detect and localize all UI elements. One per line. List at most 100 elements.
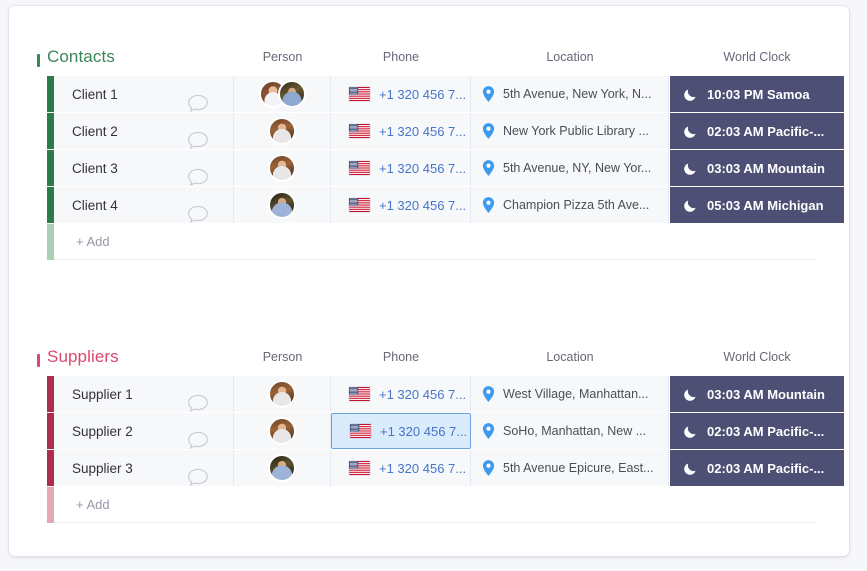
cell-location[interactable]: West Village, Manhattan... xyxy=(471,376,669,412)
table-row[interactable]: Client 2 +1 320 456 7... New York Public L… xyxy=(9,113,849,149)
cell-name[interactable]: Client 2 xyxy=(54,113,234,149)
avatar-stack[interactable] xyxy=(268,417,296,445)
avatar[interactable] xyxy=(268,154,296,182)
speech-bubble-icon[interactable] xyxy=(187,394,209,413)
group-title-contacts[interactable]: Contacts xyxy=(47,47,115,67)
table-row[interactable]: Client 4 +1 320 456 7... Champion Pizza 5t… xyxy=(9,187,849,223)
cell-location[interactable]: SoHo, Manhattan, New ... xyxy=(471,413,669,449)
table-row[interactable]: Client 1 +1 320 456 7... 5th Avenue, New Y… xyxy=(9,76,849,112)
cell-location[interactable]: Champion Pizza 5th Ave... xyxy=(471,187,669,223)
avatar[interactable] xyxy=(268,380,296,408)
phone-number: +1 320 456 7... xyxy=(380,423,468,439)
speech-bubble-icon[interactable] xyxy=(187,431,209,450)
cell-phone[interactable]: +1 320 456 7... xyxy=(331,413,471,449)
cell-world-clock[interactable]: 02:03 AM Pacific-... xyxy=(670,113,844,149)
cell-name[interactable]: Supplier 2 xyxy=(54,413,234,449)
cell-location[interactable]: 5th Avenue, New York, N... xyxy=(471,76,669,112)
cell-phone[interactable]: +1 320 456 7... xyxy=(331,187,471,223)
speech-bubble-icon[interactable] xyxy=(187,205,209,224)
cell-phone[interactable]: +1 320 456 7... xyxy=(331,450,471,486)
avatar[interactable] xyxy=(268,454,296,482)
cell-phone[interactable]: +1 320 456 7... xyxy=(331,150,471,186)
column-headers-contacts: Person Phone Location World Clock xyxy=(9,48,849,76)
cell-phone[interactable]: +1 320 456 7... xyxy=(331,76,471,112)
add-item-button[interactable]: + Add xyxy=(54,224,816,260)
phone-number: +1 320 456 7... xyxy=(379,86,467,102)
table-row[interactable]: Supplier 1 +1 320 456 7... West Village, M… xyxy=(9,376,849,412)
group-collapse-toggle-suppliers[interactable] xyxy=(37,354,40,367)
us-flag-icon xyxy=(349,87,370,101)
speech-bubble-icon[interactable] xyxy=(187,468,209,487)
cell-name[interactable]: Supplier 3 xyxy=(54,450,234,486)
world-clock-text: 02:03 AM Pacific-... xyxy=(707,123,825,139)
avatar-stack[interactable] xyxy=(268,117,296,145)
cell-world-clock[interactable]: 05:03 AM Michigan xyxy=(670,187,844,223)
location-text: West Village, Manhattan... xyxy=(503,387,649,401)
add-row[interactable]: + Add xyxy=(9,224,849,260)
cell-person[interactable] xyxy=(234,450,331,486)
phone-number: +1 320 456 7... xyxy=(379,160,467,176)
avatar-stack[interactable] xyxy=(268,191,296,219)
column-header-person: Person xyxy=(262,350,303,364)
cell-world-clock[interactable]: 03:03 AM Mountain xyxy=(670,376,844,412)
row-color-bar xyxy=(47,487,54,523)
map-pin-icon xyxy=(482,460,495,476)
cell-person[interactable] xyxy=(234,113,331,149)
cell-person[interactable] xyxy=(234,187,331,223)
us-flag-icon xyxy=(350,424,371,438)
table-row[interactable]: Client 3 +1 320 456 7... 5th Avenue, NY, N… xyxy=(9,150,849,186)
group-contacts: Contacts Person Phone Location World Clo… xyxy=(9,47,849,260)
add-row[interactable]: + Add xyxy=(9,487,849,523)
speech-bubble-icon[interactable] xyxy=(187,168,209,187)
table-row[interactable]: Supplier 3 +1 320 456 7... 5th Avenue Epic… xyxy=(9,450,849,486)
world-clock-text: 03:03 AM Mountain xyxy=(707,160,825,176)
cell-person[interactable] xyxy=(234,76,331,112)
cell-world-clock[interactable]: 03:03 AM Mountain xyxy=(670,150,844,186)
cell-phone[interactable]: +1 320 456 7... xyxy=(331,376,471,412)
cell-name[interactable]: Supplier 1 xyxy=(54,376,234,412)
map-pin-icon xyxy=(482,86,495,102)
column-header-clock: World Clock xyxy=(723,50,791,64)
avatar-stack[interactable] xyxy=(268,454,296,482)
cell-location[interactable]: New York Public Library ... xyxy=(471,113,669,149)
cell-name[interactable]: Client 4 xyxy=(54,187,234,223)
avatar-stack[interactable] xyxy=(268,380,296,408)
moon-icon xyxy=(684,125,696,138)
avatar[interactable] xyxy=(268,117,296,145)
us-flag-icon xyxy=(349,161,370,175)
cell-name[interactable]: Client 3 xyxy=(54,150,234,186)
row-title: Client 1 xyxy=(72,86,118,102)
cell-world-clock[interactable]: 10:03 PM Samoa xyxy=(670,76,844,112)
cell-person[interactable] xyxy=(234,376,331,412)
cell-person[interactable] xyxy=(234,413,331,449)
cell-person[interactable] xyxy=(234,150,331,186)
moon-icon xyxy=(684,388,696,401)
cell-location[interactable]: 5th Avenue, NY, New Yor... xyxy=(471,150,669,186)
avatar[interactable] xyxy=(268,191,296,219)
cell-location[interactable]: 5th Avenue Epicure, East... xyxy=(471,450,669,486)
avatar[interactable] xyxy=(268,417,296,445)
world-clock-text: 05:03 AM Michigan xyxy=(707,197,824,213)
add-item-button[interactable]: + Add xyxy=(54,487,816,523)
speech-bubble-icon[interactable] xyxy=(187,131,209,150)
column-header-phone: Phone xyxy=(382,350,420,364)
world-clock-text: 03:03 AM Mountain xyxy=(707,386,825,402)
cell-world-clock[interactable]: 02:03 AM Pacific-... xyxy=(670,450,844,486)
row-color-bar xyxy=(47,113,54,149)
avatar-stack[interactable] xyxy=(268,154,296,182)
world-clock-text: 10:03 PM Samoa xyxy=(707,86,810,102)
table-row[interactable]: Supplier 2 +1 320 456 7... SoHo, Manhattan… xyxy=(9,413,849,449)
group-collapse-toggle-contacts[interactable] xyxy=(37,54,40,67)
column-header-clock: World Clock xyxy=(723,350,791,364)
avatar[interactable] xyxy=(277,80,306,108)
row-title: Supplier 1 xyxy=(72,386,133,402)
phone-number: +1 320 456 7... xyxy=(379,123,467,139)
row-color-bar xyxy=(47,376,54,412)
cell-name[interactable]: Client 1 xyxy=(54,76,234,112)
group-title-suppliers[interactable]: Suppliers xyxy=(47,347,119,367)
map-pin-icon xyxy=(482,386,495,402)
cell-phone[interactable]: +1 320 456 7... xyxy=(331,113,471,149)
speech-bubble-icon[interactable] xyxy=(187,94,209,113)
cell-world-clock[interactable]: 02:03 AM Pacific-... xyxy=(670,413,844,449)
avatar-stack[interactable] xyxy=(258,80,306,108)
